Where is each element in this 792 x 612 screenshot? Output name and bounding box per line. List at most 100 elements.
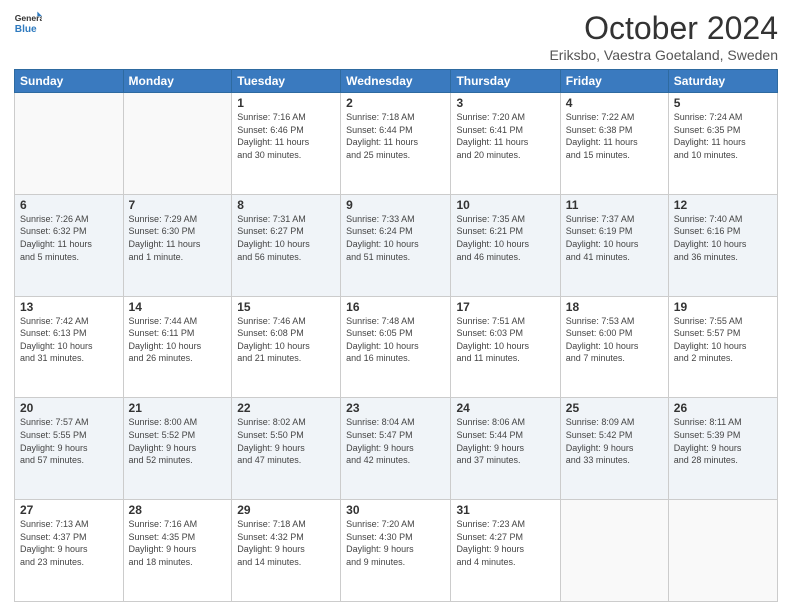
calendar-cell: 18Sunrise: 7:53 AM Sunset: 6:00 PM Dayli…: [560, 296, 668, 398]
day-number: 6: [20, 198, 118, 212]
day-info: Sunrise: 7:16 AM Sunset: 4:35 PM Dayligh…: [129, 518, 227, 568]
day-info: Sunrise: 7:44 AM Sunset: 6:11 PM Dayligh…: [129, 315, 227, 365]
calendar-cell: 25Sunrise: 8:09 AM Sunset: 5:42 PM Dayli…: [560, 398, 668, 500]
col-header-thursday: Thursday: [451, 70, 560, 93]
day-info: Sunrise: 7:42 AM Sunset: 6:13 PM Dayligh…: [20, 315, 118, 365]
day-number: 10: [456, 198, 554, 212]
calendar-cell: 2Sunrise: 7:18 AM Sunset: 6:44 PM Daylig…: [341, 93, 451, 195]
day-number: 21: [129, 401, 227, 415]
calendar-cell: 15Sunrise: 7:46 AM Sunset: 6:08 PM Dayli…: [232, 296, 341, 398]
calendar-week-row: 6Sunrise: 7:26 AM Sunset: 6:32 PM Daylig…: [15, 194, 778, 296]
location-subtitle: Eriksbo, Vaestra Goetaland, Sweden: [549, 47, 778, 63]
col-header-sunday: Sunday: [15, 70, 124, 93]
day-info: Sunrise: 7:53 AM Sunset: 6:00 PM Dayligh…: [566, 315, 663, 365]
svg-text:Blue: Blue: [15, 24, 37, 35]
day-info: Sunrise: 7:57 AM Sunset: 5:55 PM Dayligh…: [20, 416, 118, 466]
calendar-cell: 21Sunrise: 8:00 AM Sunset: 5:52 PM Dayli…: [123, 398, 232, 500]
day-info: Sunrise: 8:04 AM Sunset: 5:47 PM Dayligh…: [346, 416, 445, 466]
day-info: Sunrise: 8:09 AM Sunset: 5:42 PM Dayligh…: [566, 416, 663, 466]
day-number: 18: [566, 300, 663, 314]
day-info: Sunrise: 7:24 AM Sunset: 6:35 PM Dayligh…: [674, 111, 772, 161]
calendar-page: General Blue October 2024 Eriksbo, Vaest…: [0, 0, 792, 612]
day-number: 19: [674, 300, 772, 314]
calendar-cell: 13Sunrise: 7:42 AM Sunset: 6:13 PM Dayli…: [15, 296, 124, 398]
calendar-cell: 19Sunrise: 7:55 AM Sunset: 5:57 PM Dayli…: [668, 296, 777, 398]
col-header-monday: Monday: [123, 70, 232, 93]
calendar-cell: 29Sunrise: 7:18 AM Sunset: 4:32 PM Dayli…: [232, 500, 341, 602]
day-info: Sunrise: 7:22 AM Sunset: 6:38 PM Dayligh…: [566, 111, 663, 161]
day-number: 31: [456, 503, 554, 517]
day-number: 29: [237, 503, 335, 517]
day-info: Sunrise: 7:18 AM Sunset: 4:32 PM Dayligh…: [237, 518, 335, 568]
day-number: 27: [20, 503, 118, 517]
calendar-cell: 30Sunrise: 7:20 AM Sunset: 4:30 PM Dayli…: [341, 500, 451, 602]
day-number: 12: [674, 198, 772, 212]
day-info: Sunrise: 8:00 AM Sunset: 5:52 PM Dayligh…: [129, 416, 227, 466]
day-number: 28: [129, 503, 227, 517]
day-number: 30: [346, 503, 445, 517]
day-info: Sunrise: 8:11 AM Sunset: 5:39 PM Dayligh…: [674, 416, 772, 466]
calendar-cell: 26Sunrise: 8:11 AM Sunset: 5:39 PM Dayli…: [668, 398, 777, 500]
day-number: 13: [20, 300, 118, 314]
day-info: Sunrise: 7:31 AM Sunset: 6:27 PM Dayligh…: [237, 213, 335, 263]
day-info: Sunrise: 7:46 AM Sunset: 6:08 PM Dayligh…: [237, 315, 335, 365]
calendar-cell: [15, 93, 124, 195]
calendar-cell: 12Sunrise: 7:40 AM Sunset: 6:16 PM Dayli…: [668, 194, 777, 296]
day-info: Sunrise: 7:18 AM Sunset: 6:44 PM Dayligh…: [346, 111, 445, 161]
calendar-cell: [123, 93, 232, 195]
day-number: 23: [346, 401, 445, 415]
day-number: 2: [346, 96, 445, 110]
day-number: 20: [20, 401, 118, 415]
day-info: Sunrise: 7:20 AM Sunset: 6:41 PM Dayligh…: [456, 111, 554, 161]
calendar-cell: 9Sunrise: 7:33 AM Sunset: 6:24 PM Daylig…: [341, 194, 451, 296]
calendar-table: SundayMondayTuesdayWednesdayThursdayFrid…: [14, 69, 778, 602]
day-info: Sunrise: 7:55 AM Sunset: 5:57 PM Dayligh…: [674, 315, 772, 365]
day-number: 5: [674, 96, 772, 110]
calendar-cell: [668, 500, 777, 602]
calendar-cell: 24Sunrise: 8:06 AM Sunset: 5:44 PM Dayli…: [451, 398, 560, 500]
day-info: Sunrise: 7:37 AM Sunset: 6:19 PM Dayligh…: [566, 213, 663, 263]
calendar-cell: 10Sunrise: 7:35 AM Sunset: 6:21 PM Dayli…: [451, 194, 560, 296]
title-block: October 2024 Eriksbo, Vaestra Goetaland,…: [549, 10, 778, 63]
calendar-cell: 7Sunrise: 7:29 AM Sunset: 6:30 PM Daylig…: [123, 194, 232, 296]
day-info: Sunrise: 7:35 AM Sunset: 6:21 PM Dayligh…: [456, 213, 554, 263]
day-number: 17: [456, 300, 554, 314]
calendar-week-row: 1Sunrise: 7:16 AM Sunset: 6:46 PM Daylig…: [15, 93, 778, 195]
calendar-cell: 23Sunrise: 8:04 AM Sunset: 5:47 PM Dayli…: [341, 398, 451, 500]
day-number: 7: [129, 198, 227, 212]
day-info: Sunrise: 7:16 AM Sunset: 6:46 PM Dayligh…: [237, 111, 335, 161]
day-info: Sunrise: 7:20 AM Sunset: 4:30 PM Dayligh…: [346, 518, 445, 568]
calendar-cell: 28Sunrise: 7:16 AM Sunset: 4:35 PM Dayli…: [123, 500, 232, 602]
calendar-week-row: 20Sunrise: 7:57 AM Sunset: 5:55 PM Dayli…: [15, 398, 778, 500]
calendar-cell: 1Sunrise: 7:16 AM Sunset: 6:46 PM Daylig…: [232, 93, 341, 195]
calendar-week-row: 13Sunrise: 7:42 AM Sunset: 6:13 PM Dayli…: [15, 296, 778, 398]
calendar-cell: 17Sunrise: 7:51 AM Sunset: 6:03 PM Dayli…: [451, 296, 560, 398]
col-header-wednesday: Wednesday: [341, 70, 451, 93]
day-info: Sunrise: 7:40 AM Sunset: 6:16 PM Dayligh…: [674, 213, 772, 263]
logo-icon: General Blue: [14, 10, 42, 38]
day-number: 15: [237, 300, 335, 314]
calendar-cell: 3Sunrise: 7:20 AM Sunset: 6:41 PM Daylig…: [451, 93, 560, 195]
day-number: 3: [456, 96, 554, 110]
day-number: 26: [674, 401, 772, 415]
col-header-tuesday: Tuesday: [232, 70, 341, 93]
calendar-cell: 8Sunrise: 7:31 AM Sunset: 6:27 PM Daylig…: [232, 194, 341, 296]
day-info: Sunrise: 7:48 AM Sunset: 6:05 PM Dayligh…: [346, 315, 445, 365]
calendar-cell: 22Sunrise: 8:02 AM Sunset: 5:50 PM Dayli…: [232, 398, 341, 500]
calendar-cell: 6Sunrise: 7:26 AM Sunset: 6:32 PM Daylig…: [15, 194, 124, 296]
page-header: General Blue October 2024 Eriksbo, Vaest…: [14, 10, 778, 63]
day-number: 14: [129, 300, 227, 314]
day-info: Sunrise: 7:26 AM Sunset: 6:32 PM Dayligh…: [20, 213, 118, 263]
day-number: 11: [566, 198, 663, 212]
calendar-cell: 27Sunrise: 7:13 AM Sunset: 4:37 PM Dayli…: [15, 500, 124, 602]
day-info: Sunrise: 7:13 AM Sunset: 4:37 PM Dayligh…: [20, 518, 118, 568]
calendar-cell: 4Sunrise: 7:22 AM Sunset: 6:38 PM Daylig…: [560, 93, 668, 195]
month-title: October 2024: [549, 10, 778, 47]
day-info: Sunrise: 7:33 AM Sunset: 6:24 PM Dayligh…: [346, 213, 445, 263]
day-number: 1: [237, 96, 335, 110]
day-number: 25: [566, 401, 663, 415]
day-number: 22: [237, 401, 335, 415]
day-info: Sunrise: 7:29 AM Sunset: 6:30 PM Dayligh…: [129, 213, 227, 263]
calendar-cell: 11Sunrise: 7:37 AM Sunset: 6:19 PM Dayli…: [560, 194, 668, 296]
day-info: Sunrise: 8:06 AM Sunset: 5:44 PM Dayligh…: [456, 416, 554, 466]
